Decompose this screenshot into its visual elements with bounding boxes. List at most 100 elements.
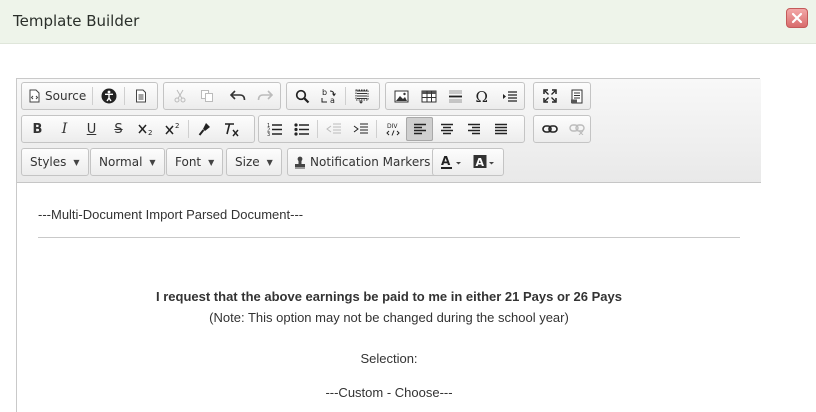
bulleted-list-button[interactable]: [288, 117, 315, 141]
font-dropdown[interactable]: Font ▼: [166, 148, 224, 176]
copy-icon: [200, 89, 214, 103]
templates-icon: [135, 89, 147, 103]
numbered-list-button[interactable]: 123: [261, 117, 288, 141]
notification-markers-label: Notification Markers: [310, 155, 431, 169]
editor-toolbar: Source b a Ω B I U S 2 2 1 2 3 DIV Style…: [17, 79, 761, 183]
copy-format-button[interactable]: [191, 117, 218, 141]
strike-button[interactable]: S: [105, 117, 132, 141]
bold-button[interactable]: B: [24, 117, 51, 141]
replace-icon: ba: [321, 88, 339, 104]
window-title: Template Builder: [13, 12, 140, 30]
source-icon: [28, 89, 41, 103]
image-button[interactable]: [388, 84, 415, 108]
div-button[interactable]: DIV: [379, 117, 406, 141]
toolbar-group-document: Source: [21, 82, 158, 110]
undo-button[interactable]: [224, 84, 251, 108]
accessibility-button[interactable]: [95, 84, 122, 108]
copy-button[interactable]: [193, 84, 220, 108]
size-dropdown[interactable]: Size ▼: [226, 148, 282, 176]
align-center-button[interactable]: [433, 117, 460, 141]
indent-icon: [353, 122, 369, 136]
toolbar-group-colors: A A: [432, 148, 504, 176]
special-char-button[interactable]: Ω: [469, 84, 496, 108]
chevron-down-icon: ▼: [73, 157, 80, 167]
undo-icon: [229, 90, 246, 102]
select-all-button[interactable]: [348, 84, 375, 108]
indent-block-button[interactable]: [496, 84, 523, 108]
justify-button[interactable]: [487, 117, 514, 141]
copy-format-icon: [198, 122, 212, 136]
toolbar-separator: [345, 87, 346, 105]
source-button[interactable]: Source: [24, 84, 90, 108]
underline-icon: U: [86, 121, 97, 137]
svg-text:a: a: [330, 96, 335, 104]
toolbar-group-paragraph: 123 DIV: [258, 115, 525, 143]
background-color-button[interactable]: A: [468, 150, 501, 174]
superscript-button[interactable]: 2: [159, 117, 186, 141]
indent-button[interactable]: [347, 117, 374, 141]
superscript-icon: 2: [164, 122, 181, 136]
toolbar-group-basic-styles: B I U S 2 2: [21, 115, 255, 143]
chevron-down-icon: ▼: [208, 157, 215, 167]
strike-icon: S: [114, 121, 123, 137]
close-button[interactable]: [786, 8, 808, 28]
toolbar-group-editing: ba: [286, 82, 380, 110]
templates-button[interactable]: [127, 84, 154, 108]
svg-text:A: A: [475, 156, 484, 169]
italic-button[interactable]: I: [51, 117, 78, 141]
underline-button[interactable]: U: [78, 117, 105, 141]
bold-icon: B: [32, 121, 43, 137]
justify-icon: [494, 123, 508, 136]
close-icon: [791, 12, 803, 24]
styles-dropdown[interactable]: Styles ▼: [21, 148, 89, 176]
svg-text:A: A: [441, 154, 451, 168]
text-color-button[interactable]: A: [435, 150, 468, 174]
svg-text:b: b: [322, 88, 327, 97]
accessibility-icon: [101, 88, 117, 104]
numbered-list-icon: 123: [267, 122, 283, 136]
align-right-icon: [467, 123, 481, 136]
custom-choose-field[interactable]: ---Custom - Choose---: [17, 385, 761, 400]
outdent-button[interactable]: [320, 117, 347, 141]
image-icon: [394, 90, 409, 103]
align-right-button[interactable]: [460, 117, 487, 141]
replace-button[interactable]: ba: [316, 84, 343, 108]
horizontal-line-button[interactable]: [442, 84, 469, 108]
title-bar: Template Builder: [0, 0, 816, 44]
source-label: Source: [45, 89, 87, 103]
document-header-line: ---Multi-Document Import Parsed Document…: [38, 207, 304, 222]
notification-markers-button[interactable]: Notification Markers: [287, 148, 438, 176]
remove-format-button[interactable]: [218, 117, 245, 141]
text-color-icon: A: [440, 154, 464, 170]
maximize-button[interactable]: [536, 84, 563, 108]
bulleted-list-icon: [293, 122, 310, 136]
align-center-icon: [440, 123, 454, 136]
table-icon: [421, 90, 437, 103]
link-button[interactable]: [536, 117, 563, 141]
cut-button[interactable]: [166, 84, 193, 108]
redo-button[interactable]: [251, 84, 278, 108]
align-left-button[interactable]: [406, 117, 433, 141]
unlink-button[interactable]: [563, 117, 590, 141]
toolbar-group-tools: [533, 82, 591, 110]
find-icon: [295, 89, 310, 104]
toolbar-group-links: [533, 115, 591, 143]
editor-content[interactable]: ---Multi-Document Import Parsed Document…: [17, 183, 761, 412]
table-button[interactable]: [415, 84, 442, 108]
toolbar-separator: [124, 87, 126, 105]
show-blocks-button[interactable]: [563, 84, 590, 108]
note-text: (Note: This option may not be changed du…: [209, 310, 569, 325]
find-button[interactable]: [289, 84, 316, 108]
horizontal-rule: [38, 237, 740, 238]
toolbar-group-insert: Ω: [385, 82, 525, 110]
toolbar-separator: [92, 87, 94, 105]
subscript-button[interactable]: 2: [132, 117, 159, 141]
font-label: Font: [175, 155, 202, 169]
format-dropdown[interactable]: Normal ▼: [90, 148, 165, 176]
background-color-icon: A: [473, 154, 497, 170]
toolbar-separator: [376, 120, 377, 138]
chevron-down-icon: ▼: [266, 157, 273, 167]
toolbar-group-clipboard: [163, 82, 281, 110]
toolbar-separator: [317, 120, 318, 138]
rich-text-editor: Source b a Ω B I U S 2 2 1 2 3 DIV Style…: [16, 78, 761, 412]
